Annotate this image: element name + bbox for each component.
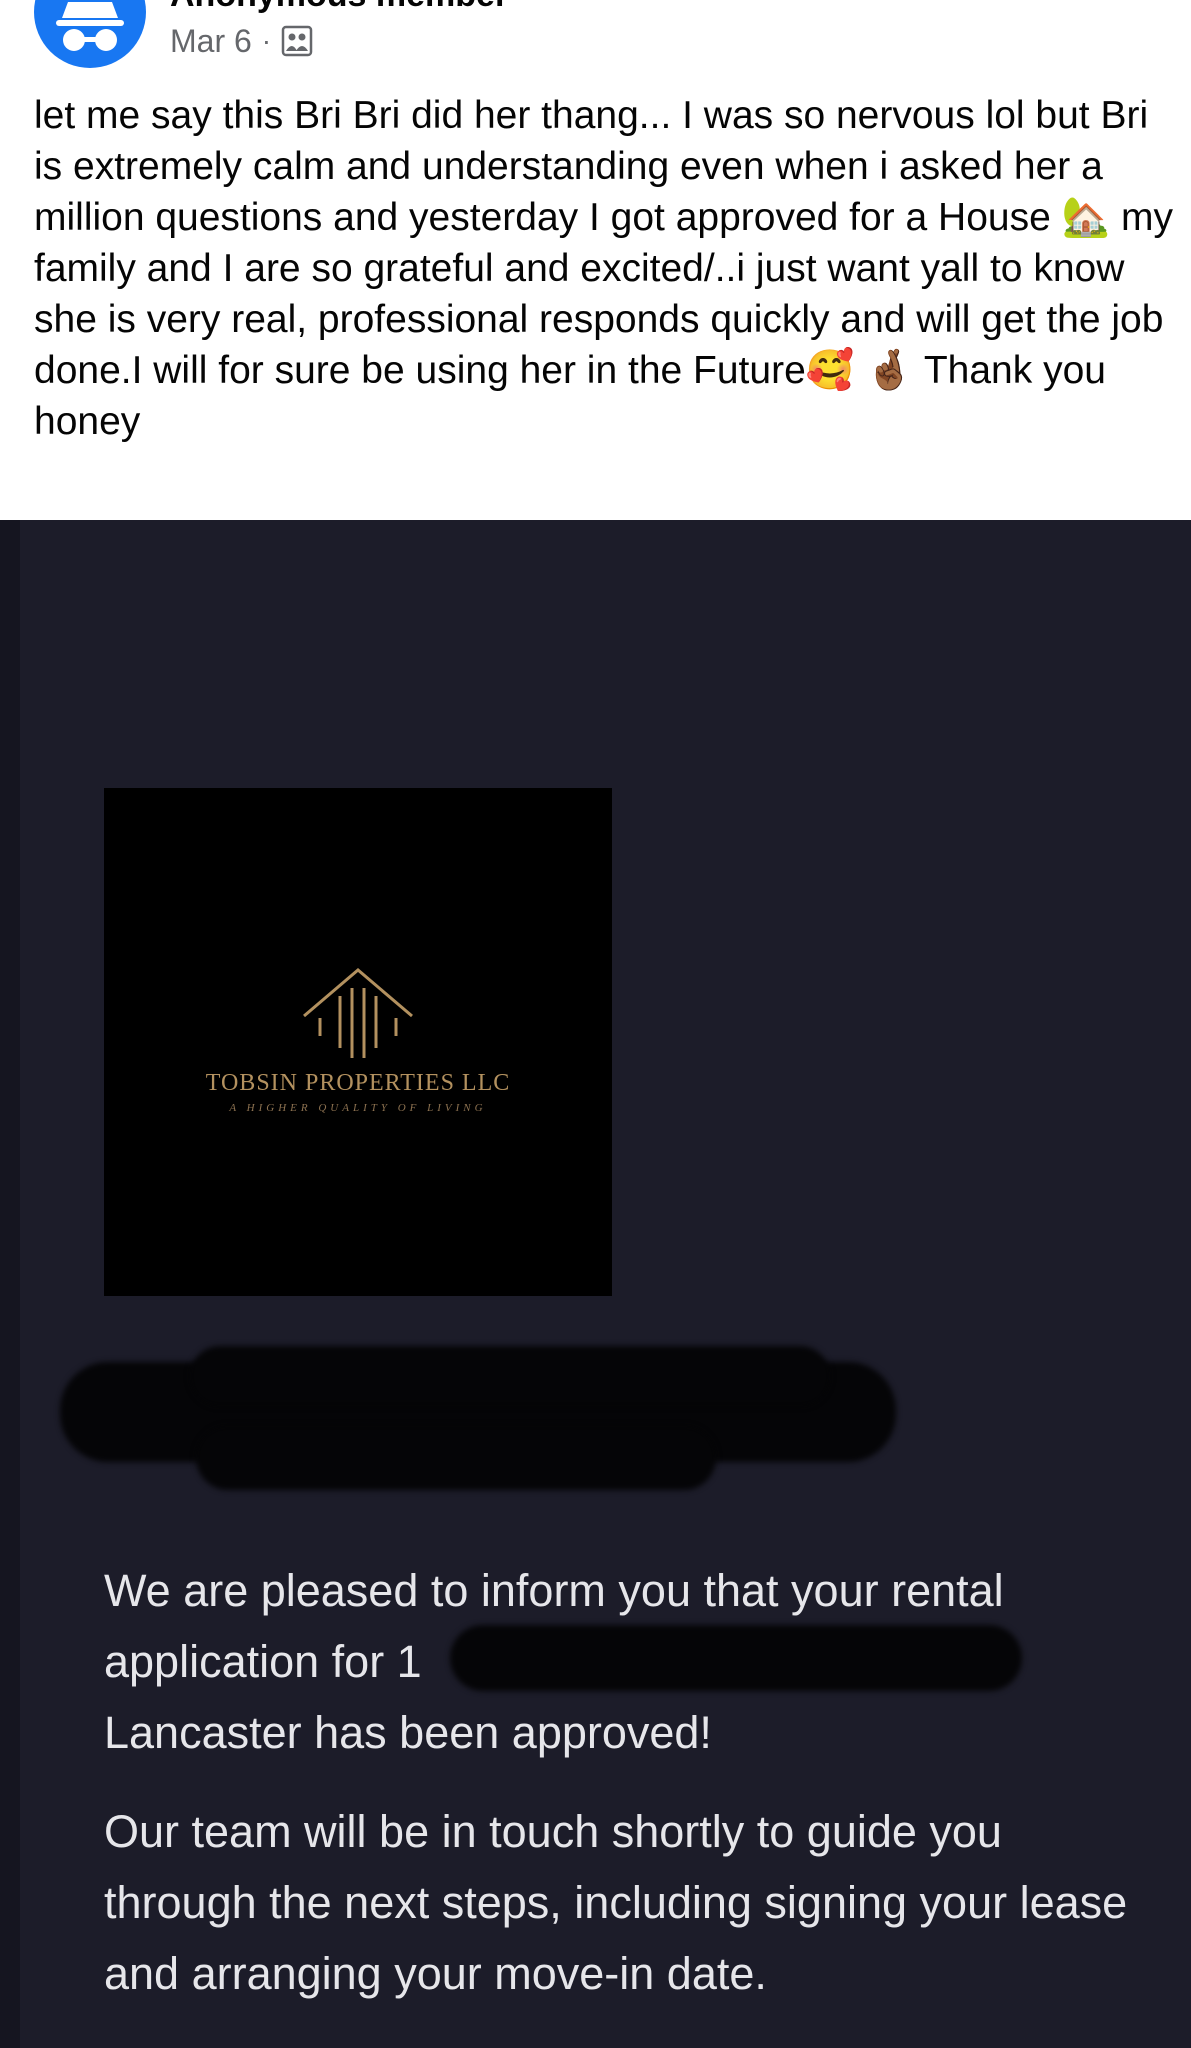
redaction-scribble bbox=[190, 1346, 830, 1406]
post-date[interactable]: Mar 6 bbox=[170, 23, 252, 60]
company-logo: TOBSIN PROPERTIES LLC A HIGHER QUALITY O… bbox=[104, 788, 612, 1296]
message-line: Lancaster has been approved! bbox=[104, 1707, 712, 1758]
redaction-scribble bbox=[450, 1625, 1022, 1691]
next-steps-message: Our team will be in touch shortly to gui… bbox=[104, 1806, 1128, 1999]
screenshot-edge bbox=[0, 520, 20, 2048]
group-icon bbox=[281, 25, 313, 57]
post-header: Anonymous member Mar 6 · bbox=[0, 0, 1191, 80]
avatar[interactable] bbox=[34, 0, 146, 68]
house-lines-logo bbox=[303, 968, 413, 1058]
redaction-scribble bbox=[196, 1426, 716, 1490]
message-line: We are pleased to inform you that your r… bbox=[104, 1565, 1004, 1616]
company-name: TOBSIN PROPERTIES LLC bbox=[205, 1070, 511, 1096]
post-body: let me say this Bri Bri did her thang...… bbox=[34, 94, 1184, 443]
company-tagline: A HIGHER QUALITY OF LIVING bbox=[229, 1102, 487, 1114]
incognito-icon bbox=[56, 2, 124, 51]
attached-screenshot[interactable]: TOBSIN PROPERTIES LLC A HIGHER QUALITY O… bbox=[0, 520, 1191, 2048]
author-name[interactable]: Anonymous member bbox=[170, 0, 508, 15]
post-meta: Mar 6 · bbox=[170, 20, 313, 62]
meta-separator: · bbox=[261, 25, 272, 56]
